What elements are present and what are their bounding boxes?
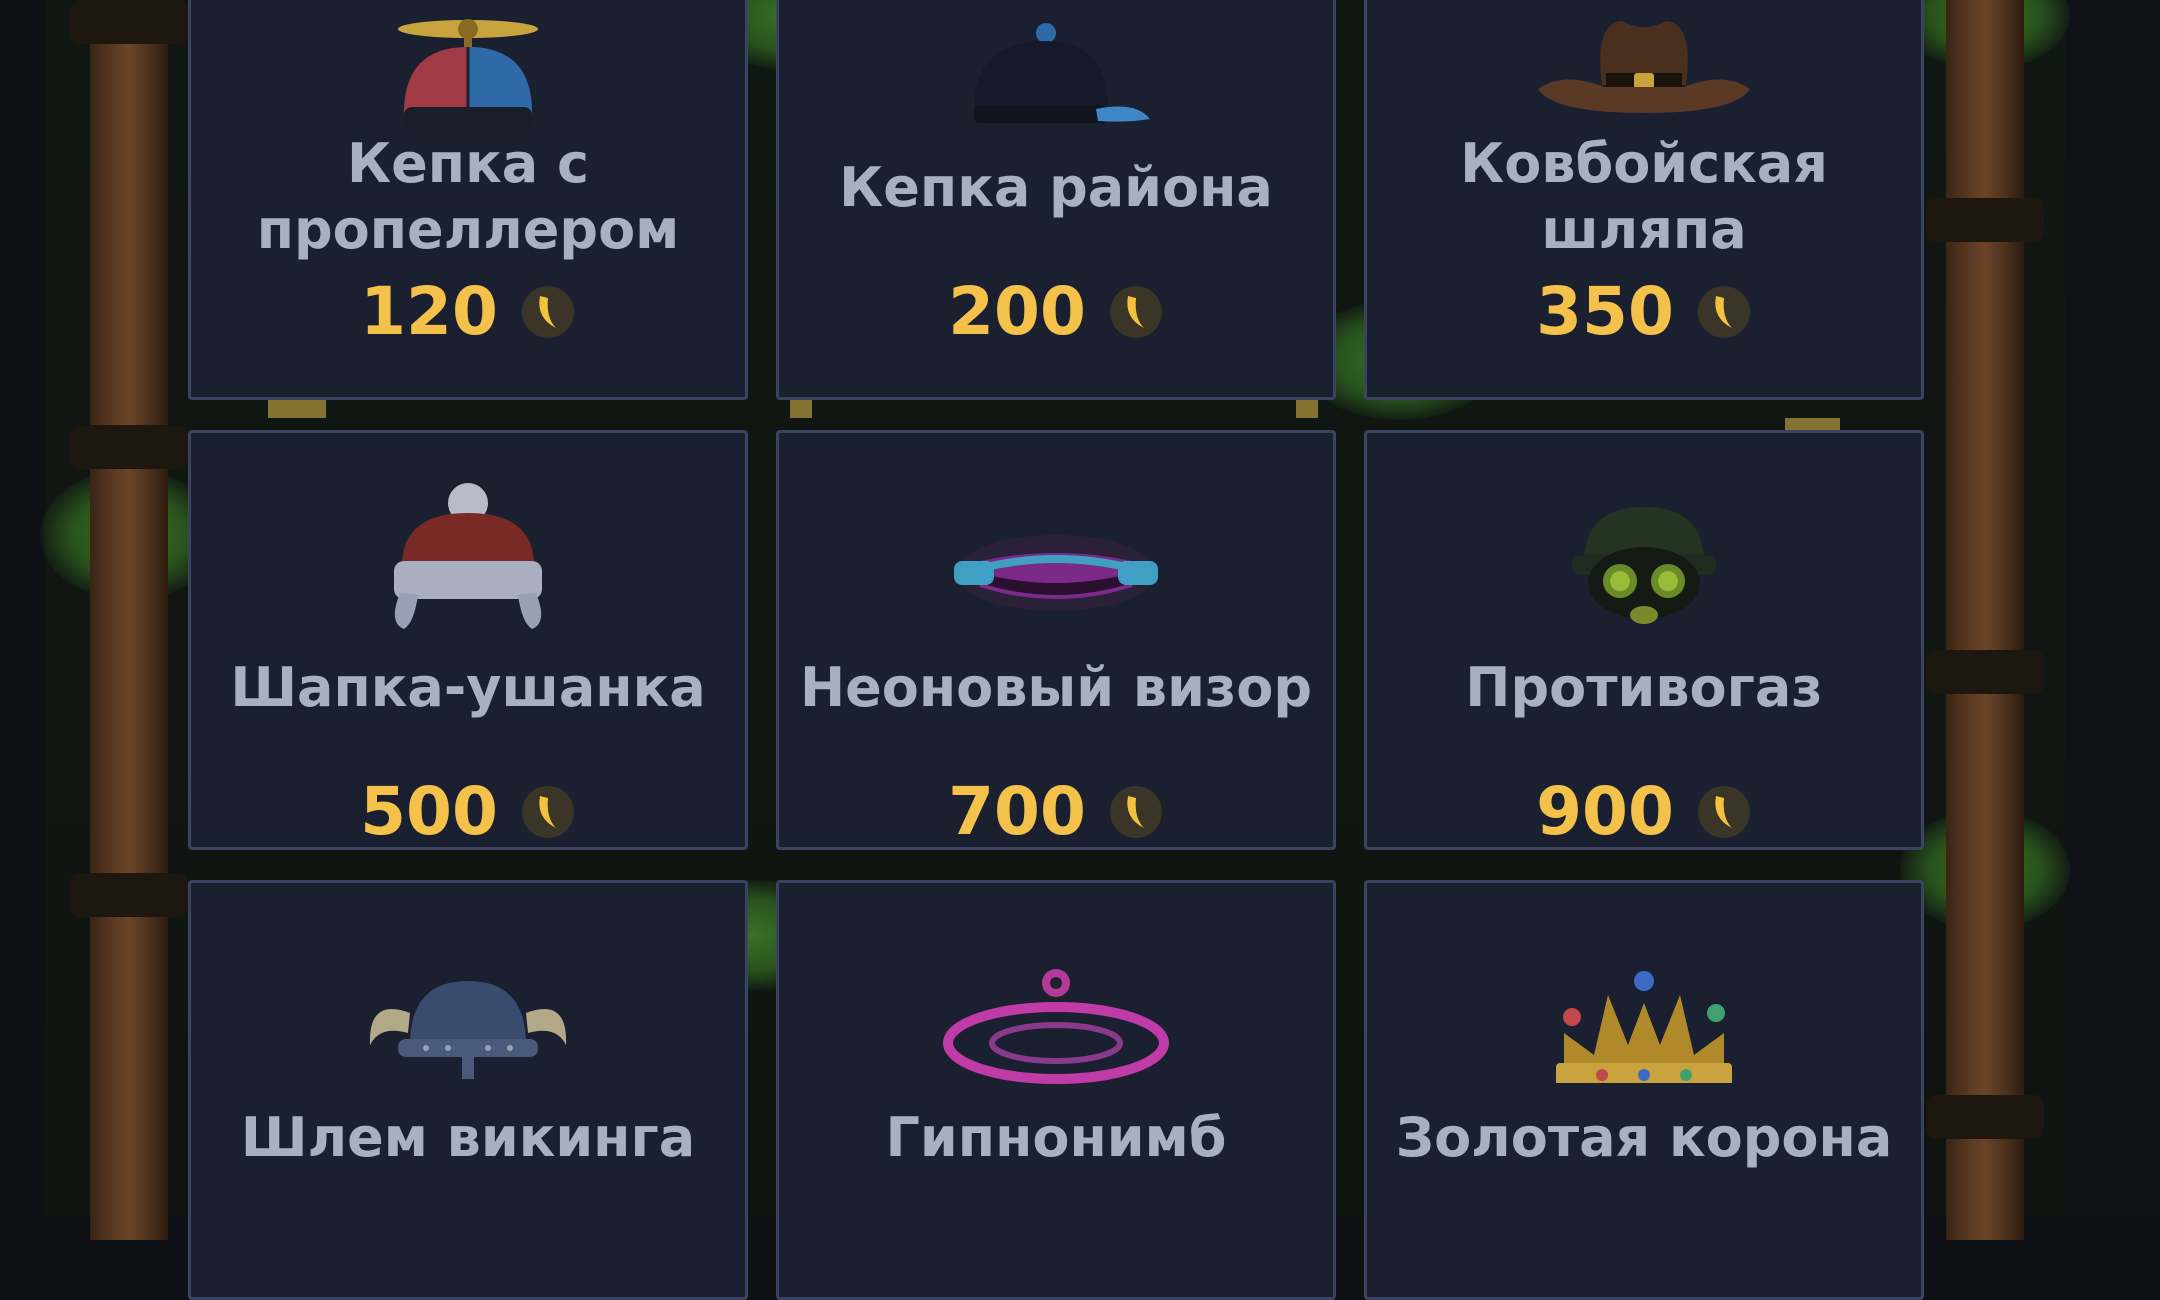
pole-band	[70, 0, 188, 44]
item-price: 200	[779, 273, 1333, 350]
item-name: Кепка с пропеллером	[256, 132, 680, 261]
neon-visor-icon	[954, 535, 1158, 611]
shop-item-card[interactable]: Противогаз 900	[1364, 430, 1924, 850]
pole-band	[1926, 650, 2044, 694]
right-background	[2065, 0, 2160, 1216]
price-value: 350	[1536, 273, 1674, 350]
item-price: 900	[1367, 773, 1921, 850]
shop-item-card[interactable]: Шапка-ушанка 500	[188, 430, 748, 850]
item-name: Шапка-ушанка	[230, 656, 706, 719]
shop-item-card[interactable]: Шлем викинга	[188, 880, 748, 1300]
ushanka-hat-icon	[394, 483, 542, 629]
shop-item-card[interactable]: Золотая корона	[1364, 880, 1924, 1300]
banana-coin-icon	[1109, 785, 1162, 838]
banana-coin-icon	[521, 285, 574, 338]
price-value: 500	[360, 773, 498, 850]
item-price: 700	[779, 773, 1333, 850]
wooden-pole-right	[1926, 0, 2044, 1240]
pole-band	[70, 873, 188, 917]
banana-coin-icon	[521, 785, 574, 838]
left-background	[0, 0, 45, 1216]
item-price: 120	[191, 273, 745, 350]
pole-band	[1926, 1095, 2044, 1139]
shop-item-card[interactable]: Гипнонимб	[776, 880, 1336, 1300]
banana-coin-icon	[1697, 285, 1750, 338]
golden-crown-icon	[1556, 971, 1732, 1083]
baseball-cap-icon	[974, 23, 1150, 123]
item-name: Противогаз	[1465, 656, 1823, 719]
item-price: 500	[191, 773, 745, 850]
item-name: Неоновый визор	[799, 656, 1313, 719]
pole-band	[1926, 198, 2044, 242]
item-name: Золотая корона	[1395, 1106, 1893, 1169]
pole-band	[70, 425, 188, 469]
gas-mask-icon	[1572, 507, 1716, 624]
price-value: 900	[1536, 773, 1674, 850]
item-name: Ковбойская шляпа	[1460, 132, 1828, 261]
shop-item-card[interactable]: Кепка района 200	[776, 0, 1336, 400]
shop-item-card[interactable]: Кепка с пропеллером 120	[188, 0, 748, 400]
hypno-halo-icon	[943, 969, 1169, 1084]
wooden-pole-left	[70, 0, 188, 1240]
item-price: 350	[1367, 273, 1921, 350]
price-value: 120	[360, 273, 498, 350]
banana-coin-icon	[1697, 785, 1750, 838]
shop-item-card[interactable]: Неоновый визор 700	[776, 430, 1336, 850]
price-value: 700	[948, 773, 1086, 850]
shop-item-card[interactable]: Ковбойская шляпа 350	[1364, 0, 1924, 400]
item-name: Кепка района	[839, 156, 1273, 219]
price-value: 200	[948, 273, 1086, 350]
item-name: Гипнонимб	[885, 1106, 1227, 1169]
cowboy-hat-icon	[1538, 21, 1750, 113]
banana-coin-icon	[1109, 285, 1162, 338]
item-name: Шлем викинга	[240, 1106, 696, 1169]
viking-helmet-icon	[369, 981, 567, 1079]
shop-item-grid: Кепка с пропеллером 120 Кепка района 200	[188, 0, 1924, 1300]
